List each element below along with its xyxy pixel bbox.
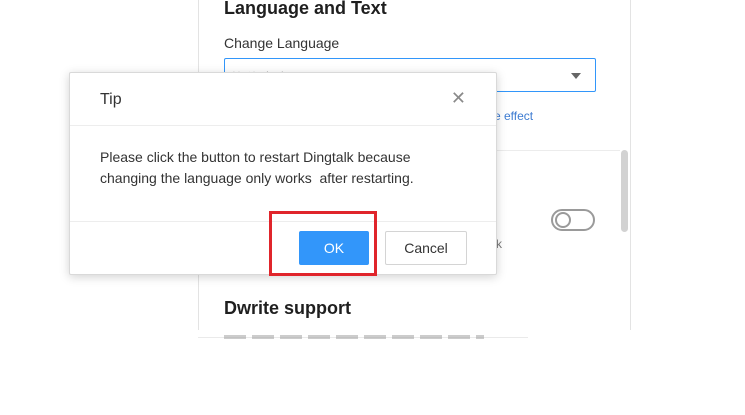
chevron-down-icon — [571, 73, 581, 79]
scrollbar[interactable] — [621, 150, 628, 232]
cancel-button[interactable]: Cancel — [385, 231, 467, 265]
language-section-title: Language and Text — [224, 0, 387, 18]
dialog-message: Please click the button to restart Dingt… — [100, 147, 470, 189]
dialog-title: Tip — [100, 91, 122, 108]
setting-toggle[interactable] — [551, 209, 595, 231]
toggle-knob — [555, 212, 571, 228]
dwrite-description-cut — [224, 329, 484, 339]
close-icon[interactable]: ✕ — [451, 88, 466, 108]
dialog-message-line: changing the language only works after r… — [100, 170, 414, 186]
highlight-box — [269, 211, 377, 276]
dialog-message-line: Please click the button to restart Dingt… — [100, 149, 411, 165]
dwrite-section-title: Dwrite support — [224, 298, 352, 318]
dialog-header: Tip ✕ — [70, 73, 496, 126]
change-language-label: Change Language — [224, 35, 340, 51]
